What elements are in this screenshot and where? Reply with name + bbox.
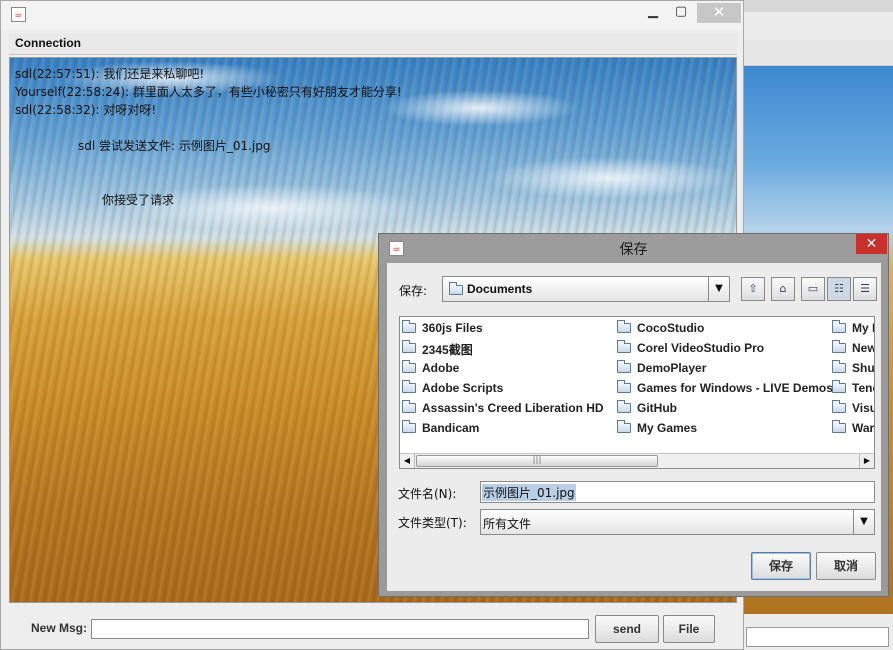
folder-icon [832,380,846,393]
maximize-button[interactable]: ▢ [667,3,695,23]
file-button[interactable]: File [663,615,715,643]
folder-icon [402,340,416,353]
file-name-label: 文件名(N): [398,487,457,501]
chat-message: sdl(22:57:51): 我们还是来私聊吧! [15,67,205,81]
chat-message: sdl(22:58:32): 对呀对呀! [15,103,157,117]
folder-icon [832,360,846,373]
chevron-down-icon[interactable]: ▼ [708,277,729,301]
horizontal-scrollbar[interactable]: ◀ ||| ▶ [400,453,874,468]
close-button[interactable]: ✕ [697,3,741,23]
minimize-button[interactable]: ▁ [639,3,667,23]
file-item-label: My I [852,321,875,335]
scroll-thumb[interactable]: ||| [416,455,658,467]
send-button[interactable]: send [595,615,659,643]
folder-icon [832,340,846,353]
menu-connection[interactable]: Connection [15,36,81,50]
dialog-titlebar[interactable]: ☕ 保存 ✕ [379,234,888,262]
file-item-label: Bandicam [422,421,480,435]
background-window-input[interactable] [746,627,889,647]
background-window-menubar [738,40,893,66]
file-item-label: Assassin's Creed Liberation HD [422,401,604,415]
file-item-label: Adobe [422,361,460,375]
file-item-label: DemoPlayer [637,361,707,375]
scroll-left-arrow-icon[interactable]: ◀ [400,454,415,468]
file-item-label: Corel VideoStudio Pro [637,341,765,355]
menubar: Connection [9,33,737,55]
folder-icon [617,400,631,413]
dialog-title: 保存 [619,242,648,258]
save-in-dropdown[interactable]: Documents ▼ [442,276,730,302]
dialog-body: 保存: Documents ▼ ⇧ ⌂ ▭ ☷ ☰ 360js Files 23… [387,263,881,591]
cancel-button[interactable]: 取消 [816,552,876,580]
file-name-value: 示例图片_01.jpg [482,484,576,501]
file-name-input[interactable]: 示例图片_01.jpg [480,481,875,503]
file-type-value: 所有文件 [483,517,532,531]
save-in-value: Documents [467,282,533,296]
folder-icon [832,420,846,433]
list-view-button[interactable]: ☷ [827,277,851,301]
folder-icon [402,320,416,333]
file-item-label: Games for Windows - LIVE Demos [637,381,833,395]
folder-icon [402,400,416,413]
java-cup-icon: ☕ [11,7,26,22]
file-transfer-notice: sdl 尝试发送文件: 示例图片_01.jpg [78,139,271,153]
folder-icon [832,320,846,333]
save-in-label: 保存: [399,284,428,298]
file-item-label: My Games [637,421,698,435]
file-item-label: CocoStudio [637,321,705,335]
folder-icon [402,360,416,373]
folder-icon [617,360,631,373]
new-folder-button[interactable]: ▭ [801,277,825,301]
details-view-button[interactable]: ☰ [853,277,877,301]
background-window-titlebar [738,0,893,12]
folder-icon [402,380,416,393]
chat-message: Yourself(22:58:24): 群里面人太多了，有些小秘密只有好朋友才能… [15,85,402,99]
home-button[interactable]: ⌂ [771,277,795,301]
save-dialog: ☕ 保存 ✕ 保存: Documents ▼ ⇧ ⌂ ▭ ☷ ☰ 360js F… [378,233,889,597]
file-item-label: GitHub [637,401,677,415]
chevron-down-icon[interactable]: ▼ [853,510,874,534]
dialog-close-button[interactable]: ✕ [856,234,887,254]
new-msg-label: New Msg: [31,621,88,635]
folder-icon [402,420,416,433]
file-item-label: Tenc [852,381,874,395]
file-type-label: 文件类型(T): [398,516,467,530]
file-item-label: Shu [852,361,875,375]
file-item-label: 360js Files [422,321,483,335]
file-item-label: Visu [852,401,875,415]
window-titlebar[interactable]: ☕ ▁ ▢ ✕ [1,1,743,29]
file-item-label: War [852,421,875,435]
file-item-label: 2345截图 [422,343,473,357]
new-msg-input[interactable] [91,619,589,639]
scroll-right-arrow-icon[interactable]: ▶ [859,454,874,468]
folder-icon [449,282,463,295]
save-button[interactable]: 保存 [751,552,811,580]
folder-icon [617,320,631,333]
folder-icon [832,400,846,413]
folder-icon [617,380,631,393]
file-item-label: Adobe Scripts [422,381,504,395]
message-bar: New Msg: send File [9,605,737,649]
file-list[interactable]: 360js Files 2345截图 Adobe Adobe Scripts A… [399,316,875,469]
file-type-dropdown[interactable]: 所有文件 ▼ [480,509,875,535]
folder-icon [617,340,631,353]
file-item-label: New [852,341,875,355]
up-folder-button[interactable]: ⇧ [741,277,765,301]
folder-icon [617,420,631,433]
accept-notice: 你接受了请求 [102,193,175,207]
